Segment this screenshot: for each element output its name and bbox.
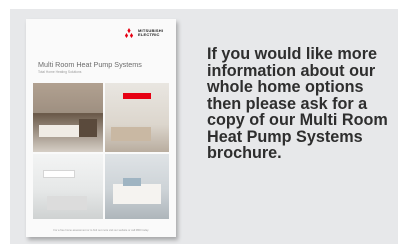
brochure-cover: MITSUBISHI ELECTRIC Multi Room Heat Pump… (26, 19, 176, 237)
bedroom-photo (105, 154, 169, 219)
living-room-photo (33, 83, 103, 152)
brochure-title: Multi Room Heat Pump Systems (38, 60, 142, 69)
mitsubishi-logo: MITSUBISHI ELECTRIC (123, 28, 166, 38)
red-heat-pump-photo (105, 83, 169, 152)
info-message: If you would like more information about… (207, 45, 388, 162)
brochure-footer: For a free home assessment or to find ou… (53, 229, 149, 232)
brand-name: MITSUBISHI ELECTRIC (138, 28, 164, 37)
photo-grid (33, 83, 169, 219)
white-living-room-photo (33, 154, 103, 219)
brochure-subtitle: Total Home Heating Solutions (38, 70, 82, 74)
three-diamonds-icon (124, 28, 134, 38)
